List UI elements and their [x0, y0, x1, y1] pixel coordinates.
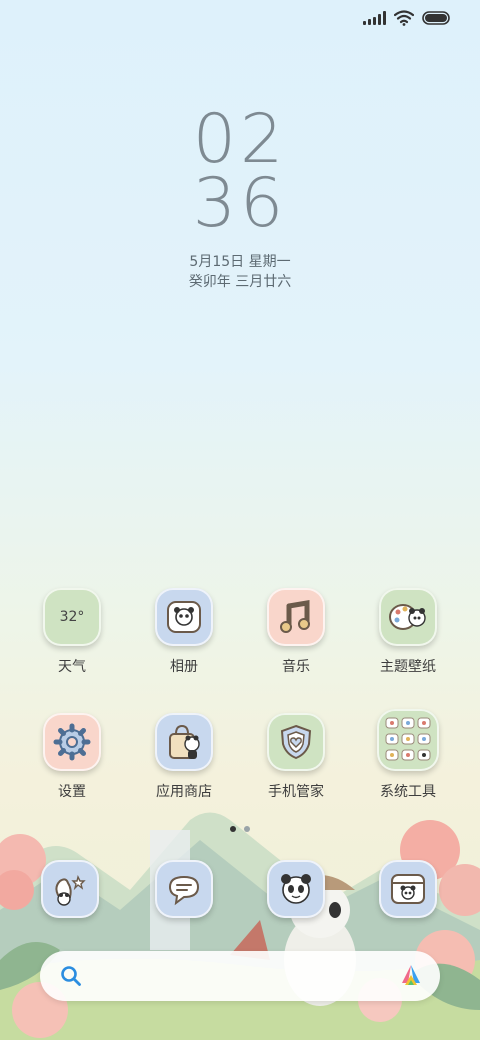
- app-gallery[interactable]: 相册: [134, 588, 234, 676]
- panda-cloud-icon: [41, 860, 99, 918]
- shield-heart-icon: [267, 713, 325, 771]
- gallery-icon: [155, 588, 213, 646]
- music-note-icon: [267, 588, 325, 646]
- weather-temperature: 32°: [59, 609, 85, 625]
- wifi-icon: [394, 10, 414, 26]
- app-label-store: 应用商店: [156, 784, 212, 800]
- assistant-icon[interactable]: [398, 963, 424, 989]
- panda-face-icon: [267, 860, 325, 918]
- search-icon[interactable]: [60, 965, 82, 987]
- gear-icon: [43, 713, 101, 771]
- clock-hour: 02: [192, 100, 288, 179]
- date-gregorian: 5月15日 星期一: [189, 254, 291, 270]
- chat-bubble-icon: [155, 860, 213, 918]
- folder-system-tools[interactable]: 系统工具: [358, 709, 458, 801]
- app-settings[interactable]: 设置: [22, 713, 122, 801]
- dock-app-1[interactable]: [20, 860, 120, 918]
- folder-icon: [377, 709, 439, 771]
- dock-app-camera[interactable]: [358, 860, 458, 918]
- dock-app-messages[interactable]: [134, 860, 234, 918]
- weather-icon: 32°: [43, 588, 101, 646]
- lock-clock[interactable]: 02 36 5月15日 星期一 癸卯年 三月廿六: [0, 100, 480, 292]
- app-label-weather: 天气: [58, 659, 86, 675]
- clock-minute: 36: [192, 164, 288, 243]
- app-label-music: 音乐: [282, 659, 310, 675]
- app-label-themes: 主题壁纸: [380, 659, 436, 675]
- camera-panda-icon: [379, 860, 437, 918]
- app-label-gallery: 相册: [170, 659, 198, 675]
- app-security[interactable]: 手机管家: [246, 713, 346, 801]
- cellular-signal-icon: [363, 11, 386, 25]
- shopping-bag-icon: [155, 713, 213, 771]
- search-bar[interactable]: [40, 951, 440, 1001]
- app-label-settings: 设置: [58, 784, 86, 800]
- app-label-system-tools: 系统工具: [380, 784, 436, 800]
- page-indicator[interactable]: [0, 826, 480, 832]
- app-label-security: 手机管家: [268, 784, 324, 800]
- date-lunar: 癸卯年 三月廿六: [188, 274, 292, 290]
- app-music[interactable]: 音乐: [246, 588, 346, 676]
- dock-app-browser[interactable]: [246, 860, 346, 918]
- app-weather[interactable]: 32° 天气: [22, 588, 122, 676]
- page-dot-active: [230, 826, 236, 832]
- battery-icon: [422, 11, 450, 25]
- palette-icon: [379, 588, 437, 646]
- app-store[interactable]: 应用商店: [134, 713, 234, 801]
- status-bar: [363, 10, 450, 26]
- page-dot: [244, 826, 250, 832]
- app-themes[interactable]: 主题壁纸: [358, 588, 458, 676]
